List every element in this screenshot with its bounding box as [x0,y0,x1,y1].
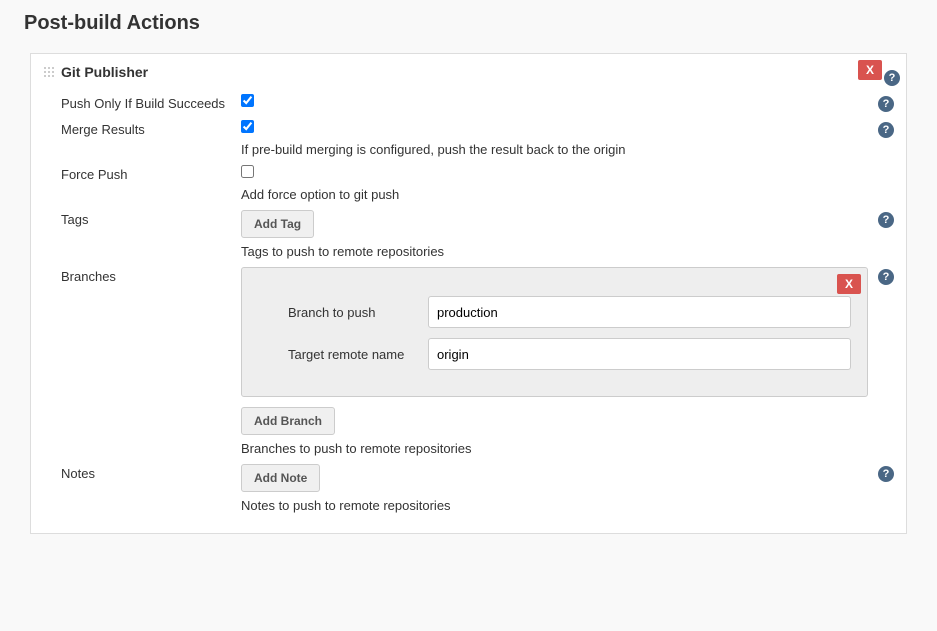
branches-label: Branches [61,267,241,284]
section-title: Git Publisher [61,64,148,80]
add-tag-button[interactable]: Add Tag [241,210,314,238]
git-publisher-section: X ? Git Publisher Push Only If Build Suc… [30,53,907,534]
tags-label: Tags [61,210,241,227]
add-note-button[interactable]: Add Note [241,464,320,492]
force-push-checkbox[interactable] [241,165,254,178]
branch-to-push-label: Branch to push [288,305,428,320]
merge-results-desc: If pre-build merging is configured, push… [241,142,868,157]
help-icon[interactable]: ? [878,122,894,138]
help-icon[interactable]: ? [878,96,894,112]
merge-results-checkbox[interactable] [241,120,254,133]
page-title: Post-build Actions [24,12,913,35]
push-only-checkbox[interactable] [241,94,254,107]
notes-label: Notes [61,464,241,481]
branch-subpanel: X Branch to push Target remote name [241,267,868,397]
force-push-desc: Add force option to git push [241,187,868,202]
target-remote-input[interactable] [428,338,851,370]
help-icon[interactable]: ? [884,70,900,86]
drag-handle-icon[interactable] [43,66,55,78]
force-push-label: Force Push [61,165,241,182]
branches-desc: Branches to push to remote repositories [241,441,868,456]
branch-to-push-input[interactable] [428,296,851,328]
help-icon[interactable]: ? [878,269,894,285]
target-remote-label: Target remote name [288,347,428,362]
section-close-button[interactable]: X [858,60,882,80]
add-branch-button[interactable]: Add Branch [241,407,335,435]
push-only-label: Push Only If Build Succeeds [61,94,241,111]
help-icon[interactable]: ? [878,212,894,228]
branch-close-button[interactable]: X [837,274,861,294]
tags-desc: Tags to push to remote repositories [241,244,868,259]
notes-desc: Notes to push to remote repositories [241,498,868,513]
help-icon[interactable]: ? [878,466,894,482]
merge-results-label: Merge Results [61,120,241,137]
